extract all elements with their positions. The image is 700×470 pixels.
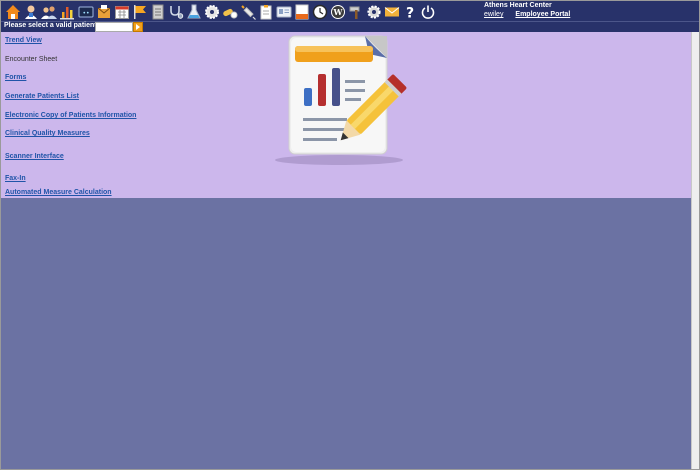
report-icon[interactable] xyxy=(293,3,310,20)
menu-panel: Trend View Encounter Sheet Forms Generat… xyxy=(1,32,692,198)
menu-item-generate-patients-list[interactable]: Generate Patients List xyxy=(5,93,79,100)
svg-text:••: •• xyxy=(82,10,89,17)
calendar-person-icon[interactable] xyxy=(22,3,39,20)
home-icon[interactable] xyxy=(4,3,21,20)
menu-item-fax-in[interactable]: Fax-In xyxy=(5,175,26,182)
patients-icon[interactable] xyxy=(40,3,57,20)
patient-bar: Please select a valid patient. xyxy=(1,21,699,32)
patient-prompt: Please select a valid patient. xyxy=(4,22,99,29)
menu-item-scanner-interface[interactable]: Scanner Interface xyxy=(5,153,64,160)
clock-icon[interactable] xyxy=(311,3,328,20)
header-links: ewiley Employee Portal xyxy=(484,11,580,18)
user-link[interactable]: ewiley xyxy=(484,11,503,18)
mail-icon[interactable] xyxy=(383,3,400,20)
menu-item-clinical-quality-measures[interactable]: Clinical Quality Measures xyxy=(5,130,90,137)
letters-icon[interactable] xyxy=(95,3,112,20)
flag-icon[interactable] xyxy=(131,3,148,20)
help-icon[interactable]: ? xyxy=(401,3,418,20)
pills-icon[interactable] xyxy=(221,3,238,20)
id-card-icon[interactable] xyxy=(275,3,292,20)
lab-icon[interactable] xyxy=(185,3,202,20)
menu-item-encounter-sheet: Encounter Sheet xyxy=(5,56,58,63)
hammer-icon[interactable] xyxy=(347,3,364,20)
wordpress-icon[interactable]: W xyxy=(329,3,346,20)
notes-icon[interactable] xyxy=(257,3,274,20)
report-document-illustration xyxy=(275,35,407,165)
employee-portal-link[interactable]: Employee Portal xyxy=(515,11,570,18)
menu-item-forms[interactable]: Forms xyxy=(5,74,26,81)
stethoscope-icon[interactable] xyxy=(167,3,184,20)
svg-text:?: ? xyxy=(405,5,413,20)
power-icon[interactable] xyxy=(419,3,436,20)
cog-icon[interactable] xyxy=(365,3,382,20)
top-toolbar: •• W ? Athens Heart Center ewiley Employ… xyxy=(1,1,699,22)
menu-item-automated-measure-calculation[interactable]: Automated Measure Calculation xyxy=(5,189,112,196)
settings-gear-icon[interactable] xyxy=(203,3,220,20)
chart-icon[interactable] xyxy=(58,3,75,20)
menu-item-electronic-copy[interactable]: Electronic Copy of Patients Information xyxy=(5,112,136,119)
syringe-icon[interactable] xyxy=(239,3,256,20)
menu-item-trend-view[interactable]: Trend View xyxy=(5,37,42,44)
document-icon[interactable] xyxy=(149,3,166,20)
patient-search-input[interactable] xyxy=(95,22,133,32)
clinic-name: Athens Heart Center xyxy=(484,2,552,9)
vertical-scrollbar[interactable] xyxy=(691,32,699,469)
svg-text:W: W xyxy=(332,7,343,17)
patient-go-button[interactable] xyxy=(133,22,143,32)
messages-icon[interactable]: •• xyxy=(77,3,94,20)
app-window: •• W ? Athens Heart Center ewiley Employ… xyxy=(0,0,700,470)
schedule-icon[interactable] xyxy=(113,3,130,20)
